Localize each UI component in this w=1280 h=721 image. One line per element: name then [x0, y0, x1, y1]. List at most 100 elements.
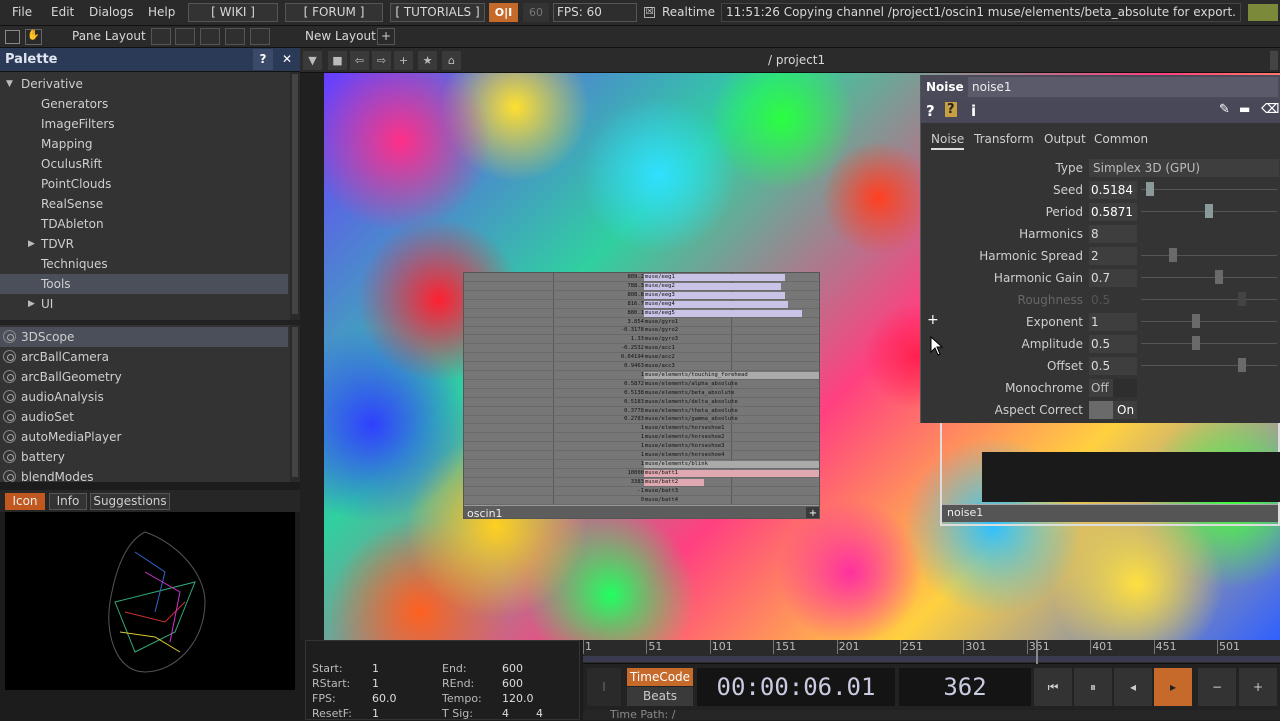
step-back-icon[interactable]: ◂ — [1114, 668, 1152, 706]
tree-item-tools[interactable]: Tools — [0, 274, 288, 294]
back-icon[interactable]: ⇦ — [350, 51, 369, 70]
slider-handle[interactable] — [1192, 336, 1201, 350]
tree-item-pointclouds[interactable]: PointClouds — [0, 174, 288, 194]
param-slider[interactable] — [1141, 365, 1277, 366]
list-item[interactable]: audioAnalysis — [0, 387, 288, 407]
list-scrollbar[interactable] — [290, 325, 300, 482]
star-icon[interactable]: ★ — [418, 51, 437, 70]
add-icon[interactable]: + — [394, 51, 413, 70]
end-field[interactable]: 600 — [502, 662, 523, 675]
menu-edit[interactable]: Edit — [51, 5, 74, 19]
tree-item-imagefilters[interactable]: ImageFilters — [0, 114, 288, 134]
tree-item-realsense[interactable]: RealSense — [0, 194, 288, 214]
tempo-field[interactable]: 120.0 — [502, 692, 534, 705]
menu-help[interactable]: Help — [148, 5, 175, 19]
operator-name-field[interactable]: noise1 — [968, 77, 1278, 97]
slider-handle[interactable] — [1146, 182, 1155, 196]
tree-scrollbar[interactable] — [290, 72, 300, 320]
tree-item-tdvr[interactable]: ▶ TDVR — [0, 234, 288, 254]
python-help-icon[interactable]: ? — [945, 102, 957, 117]
param-slider[interactable] — [1141, 277, 1277, 278]
param-value-field[interactable]: 0.7 — [1089, 269, 1137, 287]
param-value-field[interactable]: 2 — [1089, 247, 1137, 265]
list-item[interactable]: autoMediaPlayer — [0, 427, 288, 447]
param-value-field[interactable]: 0.5 — [1089, 291, 1137, 309]
tab-common[interactable]: Common — [1094, 132, 1148, 146]
comment-icon[interactable]: ▬ — [1239, 102, 1250, 116]
fps-field[interactable]: 60 — [523, 3, 549, 22]
param-slider[interactable] — [1141, 321, 1277, 322]
tree-item-techniques[interactable]: Techniques — [0, 254, 288, 274]
home-icon[interactable]: ⌂ — [442, 51, 461, 70]
param-value-field[interactable]: 0.5871 — [1089, 203, 1137, 221]
rend-field[interactable]: 600 — [502, 677, 523, 690]
menu-dialogs[interactable]: Dialogs — [89, 5, 133, 19]
monochrome-toggle[interactable]: Off — [1089, 379, 1137, 397]
oscin-node[interactable]: 809.2 muse/eeg1 788.3 muse/eeg2 808.8 muse/ee… — [463, 272, 820, 519]
rewind-icon[interactable]: ⏮ — [1034, 668, 1072, 706]
param-slider[interactable] — [1141, 255, 1277, 256]
palette-close-button[interactable]: ✕ — [277, 49, 297, 70]
slider-handle[interactable] — [1215, 270, 1224, 284]
resetf-field[interactable]: 1 — [372, 707, 379, 720]
layout-three-icon[interactable] — [225, 28, 245, 45]
list-item[interactable]: blendModes — [0, 467, 288, 482]
eraser-icon[interactable]: ⌫ — [1261, 102, 1279, 117]
info-icon[interactable]: i — [971, 102, 976, 120]
start-field[interactable]: 1 — [372, 662, 379, 675]
tree-item-oculusrift[interactable]: OculusRift — [0, 154, 288, 174]
help-icon[interactable]: ? — [926, 102, 935, 120]
param-slider[interactable] — [1141, 189, 1277, 190]
playhead[interactable] — [1036, 640, 1038, 664]
list-item[interactable]: battery — [0, 447, 288, 467]
param-value-field[interactable]: 0.5 — [1089, 357, 1137, 375]
layout-single-icon[interactable] — [151, 28, 171, 45]
wiki-button[interactable]: [ WIKI ] — [188, 3, 278, 22]
palette-help-button[interactable]: ? — [253, 49, 273, 70]
list-item[interactable]: arcBallCamera — [0, 347, 288, 367]
forum-button[interactable]: [ FORUM ] — [285, 3, 383, 22]
list-item[interactable]: audioSet — [0, 407, 288, 427]
aspect-correct-toggle[interactable]: On — [1089, 401, 1137, 419]
chevron-right-icon[interactable]: ▶ — [28, 294, 35, 314]
layout-four-icon[interactable] — [250, 28, 270, 45]
edit-icon[interactable]: ✎ — [1219, 102, 1230, 117]
tutorials-button[interactable]: [ TUTORIALS ] — [390, 3, 485, 22]
timeline-ruler[interactable]: 1 51 101 151 201 251 301 351 401 451 501 — [583, 640, 1280, 664]
tab-icon[interactable]: Icon — [5, 493, 45, 510]
list-item[interactable]: arcBallGeometry — [0, 367, 288, 387]
tab-info[interactable]: Info — [49, 493, 87, 510]
hand-icon[interactable]: ✋ — [25, 29, 42, 45]
tab-transform[interactable]: Transform — [974, 132, 1034, 146]
stop-icon[interactable]: ■ — [328, 51, 347, 70]
chevron-right-icon[interactable]: ▶ — [28, 234, 35, 254]
slider-handle[interactable] — [1205, 204, 1213, 218]
minus-icon[interactable]: − — [1198, 668, 1236, 706]
oscin-node-name[interactable]: oscin1 — [467, 506, 503, 518]
realtime-checkbox[interactable]: ☒ — [644, 7, 655, 18]
tsig-numerator[interactable]: 4 — [502, 707, 509, 720]
chevron-down-icon[interactable]: ▼ — [303, 51, 322, 70]
type-menu[interactable]: Simplex 3D (GPU) — [1089, 159, 1279, 177]
param-value-field[interactable]: 0.5 — [1089, 335, 1137, 353]
network-path[interactable]: / project1 — [768, 53, 825, 67]
tree-item-tdableton[interactable]: TDAbleton — [0, 214, 288, 234]
frame-display[interactable]: 362 — [899, 668, 1031, 706]
oscin-viewer-button[interactable]: + — [806, 507, 819, 518]
network-scrollbar[interactable] — [1270, 51, 1278, 70]
window-icon[interactable] — [5, 30, 20, 44]
param-slider[interactable] — [1141, 299, 1277, 300]
slider-handle[interactable] — [1169, 248, 1178, 262]
param-value-field[interactable]: 1 — [1089, 313, 1137, 331]
param-value-field[interactable]: 0.5184 — [1089, 181, 1137, 199]
slider-handle[interactable] — [1238, 292, 1247, 306]
tab-noise[interactable]: Noise — [931, 132, 965, 150]
range-bar[interactable] — [583, 656, 1280, 662]
beats-button[interactable]: Beats — [627, 687, 693, 706]
tsig-denominator[interactable]: 4 — [536, 707, 543, 720]
pause-icon[interactable]: ⏸ — [1074, 668, 1112, 706]
noise-node-name[interactable]: noise1 — [947, 506, 983, 519]
param-slider[interactable] — [1141, 343, 1277, 344]
play-icon[interactable]: ▸ — [1154, 668, 1192, 706]
slider-handle[interactable] — [1192, 314, 1201, 328]
